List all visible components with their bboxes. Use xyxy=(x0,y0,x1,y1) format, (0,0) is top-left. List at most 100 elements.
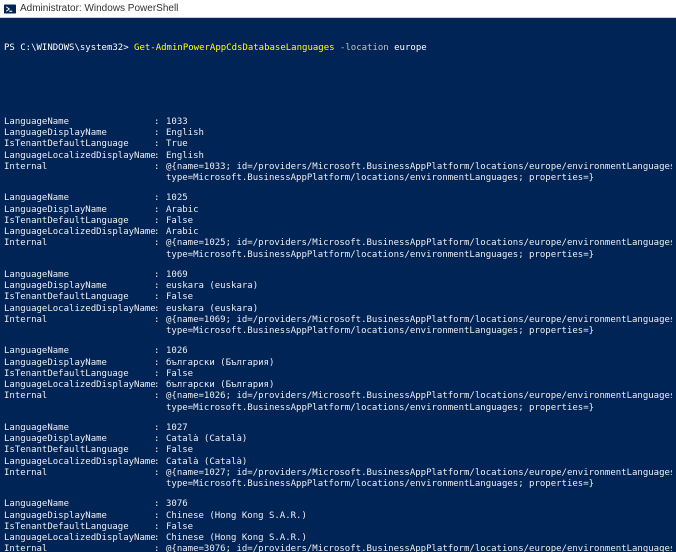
output-sep: : xyxy=(154,128,166,139)
output-value: @{name=1069; id=/providers/Microsoft.Bus… xyxy=(166,315,672,326)
output-sep: : xyxy=(154,533,166,544)
output-value: Chinese (Hong Kong S.A.R.) xyxy=(166,511,307,522)
output-row: LanguageDisplayName: English xyxy=(4,128,672,139)
output-record: LanguageName: 1027LanguageDisplayName: C… xyxy=(4,423,672,491)
output-sep: : xyxy=(154,151,166,162)
output-value: Arabic xyxy=(166,227,199,238)
output-row: LanguageDisplayName: Català (Català) xyxy=(4,434,672,445)
output-sep: : xyxy=(154,380,166,391)
output-value: @{name=1033; id=/providers/Microsoft.Bus… xyxy=(166,162,672,173)
output-sep: : xyxy=(154,511,166,522)
output-key: LanguageName xyxy=(4,193,154,204)
output-key: LanguageName xyxy=(4,499,154,510)
output-key: IsTenantDefaultLanguage xyxy=(4,445,154,456)
output-row: LanguageName: 1069 xyxy=(4,270,672,281)
output-record: LanguageName: 3076LanguageDisplayName: C… xyxy=(4,499,672,552)
output-value-continued: type=Microsoft.BusinessAppPlatform/locat… xyxy=(166,173,672,184)
output-row: IsTenantDefaultLanguage: False xyxy=(4,369,672,380)
output-key: IsTenantDefaultLanguage xyxy=(4,292,154,303)
output-sep: : xyxy=(154,391,166,402)
output-row: IsTenantDefaultLanguage: True xyxy=(4,139,672,150)
output-sep: : xyxy=(154,139,166,150)
terminal-output[interactable]: PS C:\WINDOWS\system32> Get-AdminPowerAp… xyxy=(0,18,676,552)
output-key: LanguageDisplayName xyxy=(4,128,154,139)
output-row: LanguageName: 3076 xyxy=(4,499,672,510)
output-key: IsTenantDefaultLanguage xyxy=(4,216,154,227)
output-value: @{name=1025; id=/providers/Microsoft.Bus… xyxy=(166,238,672,249)
output-row: LanguageLocalizedDisplayName: Català (Ca… xyxy=(4,457,672,468)
output-record: LanguageName: 1069LanguageDisplayName: e… xyxy=(4,270,672,338)
output-sep: : xyxy=(154,346,166,357)
output-key: Internal xyxy=(4,544,154,552)
output-key: LanguageLocalizedDisplayName xyxy=(4,304,154,315)
output-key: Internal xyxy=(4,315,154,326)
output-key: Internal xyxy=(4,238,154,249)
output-sep: : xyxy=(154,445,166,456)
output-row: IsTenantDefaultLanguage: False xyxy=(4,216,672,227)
output-key: LanguageDisplayName xyxy=(4,205,154,216)
output-sep: : xyxy=(154,162,166,173)
output-row: Internal: @{name=1026; id=/providers/Mic… xyxy=(4,391,672,402)
output-row: IsTenantDefaultLanguage: False xyxy=(4,292,672,303)
output-sep: : xyxy=(154,423,166,434)
output-sep: : xyxy=(154,369,166,380)
output-sep: : xyxy=(154,522,166,533)
output-row: Internal: @{name=3076; id=/providers/Mic… xyxy=(4,544,672,552)
output-key: LanguageDisplayName xyxy=(4,434,154,445)
prompt-param-name: -location xyxy=(335,43,395,53)
output-value: Català (Català) xyxy=(166,457,247,468)
output-row: LanguageDisplayName: euskara (euskara) xyxy=(4,281,672,292)
output-value-continued: type=Microsoft.BusinessAppPlatform/locat… xyxy=(166,479,672,490)
prompt-line: PS C:\WINDOWS\system32> Get-AdminPowerAp… xyxy=(4,43,672,54)
output-row: LanguageDisplayName: български (България… xyxy=(4,358,672,369)
output-key: LanguageDisplayName xyxy=(4,281,154,292)
output-key: Internal xyxy=(4,468,154,479)
output-key: LanguageDisplayName xyxy=(4,358,154,369)
output-sep: : xyxy=(154,358,166,369)
output-sep: : xyxy=(154,205,166,216)
prompt-param-value: europe xyxy=(394,43,427,53)
output-key: LanguageLocalizedDisplayName xyxy=(4,151,154,162)
output-value: български (България) xyxy=(166,358,274,369)
output-value: Chinese (Hong Kong S.A.R.) xyxy=(166,533,307,544)
output-key: Internal xyxy=(4,391,154,402)
output-sep: : xyxy=(154,499,166,510)
output-key: LanguageName xyxy=(4,346,154,357)
window-title: Administrator: Windows PowerShell xyxy=(20,3,178,14)
output-record: LanguageName: 1026LanguageDisplayName: б… xyxy=(4,346,672,414)
output-row: IsTenantDefaultLanguage: False xyxy=(4,522,672,533)
output-value: 1069 xyxy=(166,270,188,281)
output-sep: : xyxy=(154,457,166,468)
output-value: euskara (euskara) xyxy=(166,304,258,315)
powershell-icon xyxy=(4,3,16,15)
output-sep: : xyxy=(154,544,166,552)
output-value: English xyxy=(166,151,204,162)
output-value: Arabic xyxy=(166,205,199,216)
output-value: Català (Català) xyxy=(166,434,247,445)
output-value: 1033 xyxy=(166,117,188,128)
output-key: LanguageLocalizedDisplayName xyxy=(4,380,154,391)
output-sep: : xyxy=(154,216,166,227)
output-value-continued: type=Microsoft.BusinessAppPlatform/locat… xyxy=(166,250,672,261)
output-record: LanguageName: 1033LanguageDisplayName: E… xyxy=(4,117,672,185)
window-titlebar[interactable]: Administrator: Windows PowerShell xyxy=(0,0,676,18)
output-value-continued: type=Microsoft.BusinessAppPlatform/locat… xyxy=(166,326,672,337)
output-value-continued: type=Microsoft.BusinessAppPlatform/locat… xyxy=(166,403,672,414)
output-sep: : xyxy=(154,292,166,303)
output-key: LanguageLocalizedDisplayName xyxy=(4,457,154,468)
output-row: LanguageLocalizedDisplayName: euskara (e… xyxy=(4,304,672,315)
output-value: English xyxy=(166,128,204,139)
output-row: Internal: @{name=1027; id=/providers/Mic… xyxy=(4,468,672,479)
output-sep: : xyxy=(154,193,166,204)
output-row: LanguageName: 1025 xyxy=(4,193,672,204)
output-value: False xyxy=(166,445,193,456)
output-value: False xyxy=(166,292,193,303)
output-row: LanguageDisplayName: Arabic xyxy=(4,205,672,216)
output-sep: : xyxy=(154,468,166,479)
output-row: LanguageName: 1026 xyxy=(4,346,672,357)
output-row: LanguageName: 1033 xyxy=(4,117,672,128)
output-value: 1026 xyxy=(166,346,188,357)
output-value: True xyxy=(166,139,188,150)
output-key: LanguageName xyxy=(4,423,154,434)
output-row: Internal: @{name=1025; id=/providers/Mic… xyxy=(4,238,672,249)
